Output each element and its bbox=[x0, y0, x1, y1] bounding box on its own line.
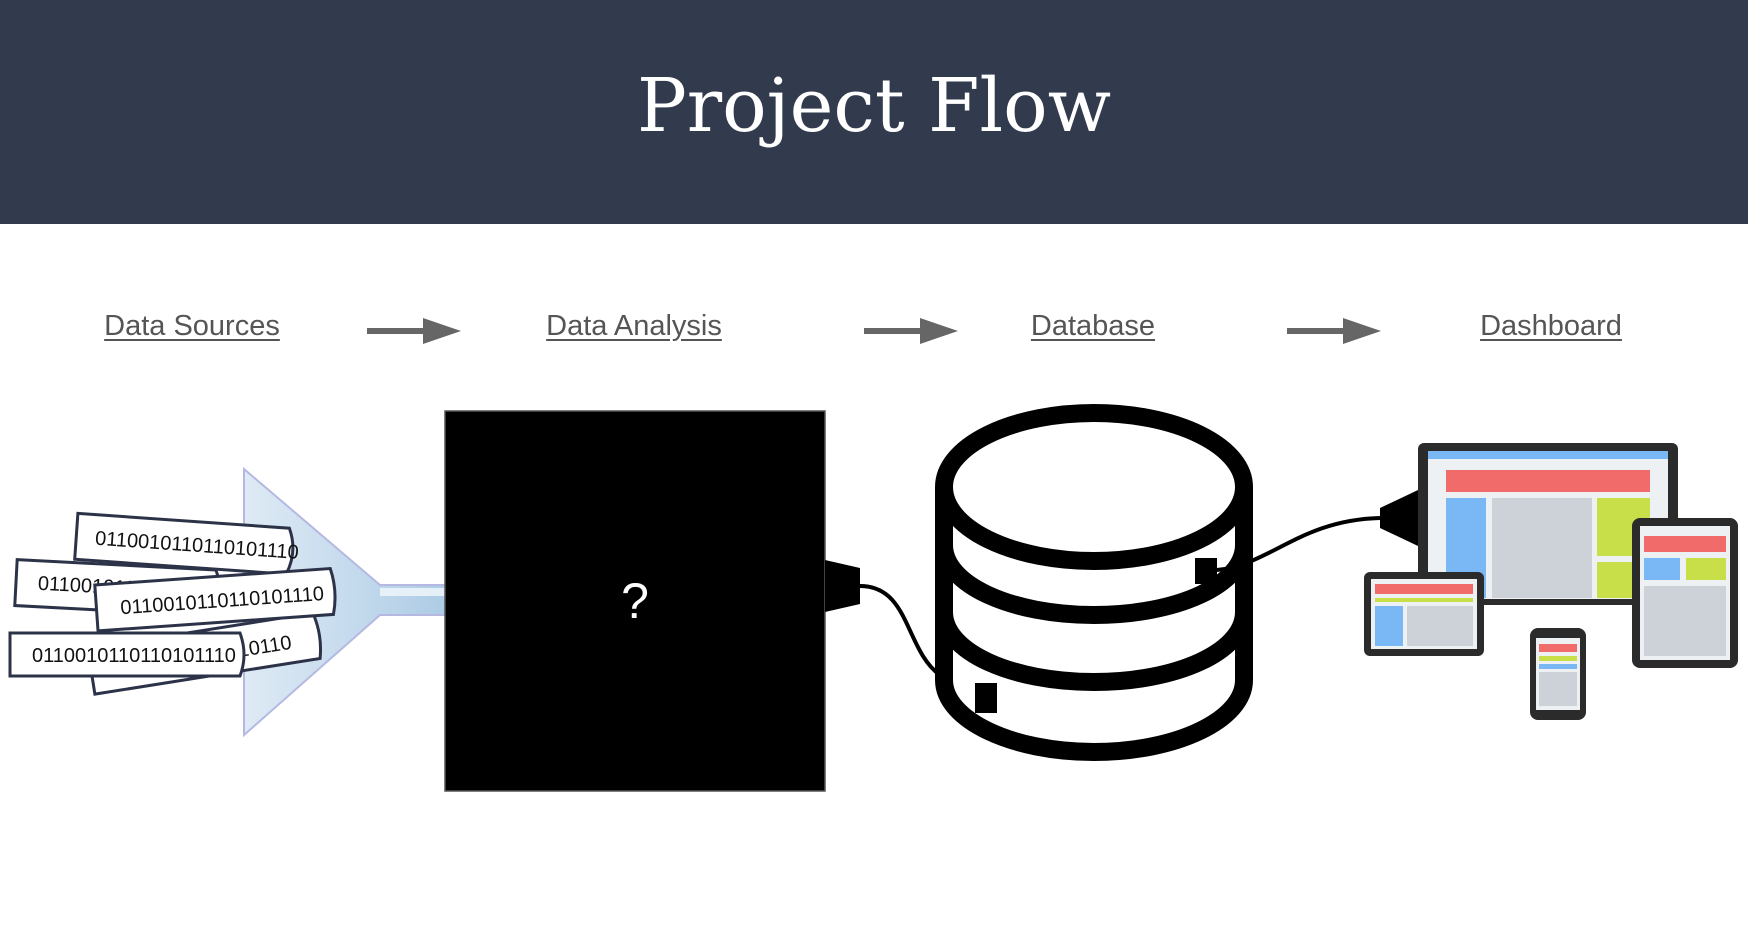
responsive-devices-icon bbox=[1364, 443, 1738, 720]
database-port-right bbox=[1195, 558, 1217, 584]
project-flow-illustration: 0110010110110101110 0110010110110101110 … bbox=[8, 404, 1738, 792]
binary-strip: 0110010110110101110 bbox=[8, 631, 246, 678]
analysis-question-mark: ? bbox=[621, 573, 649, 629]
database-port-left bbox=[975, 683, 997, 713]
svg-text:0110010110110101110: 0110010110110101110 bbox=[32, 645, 236, 667]
